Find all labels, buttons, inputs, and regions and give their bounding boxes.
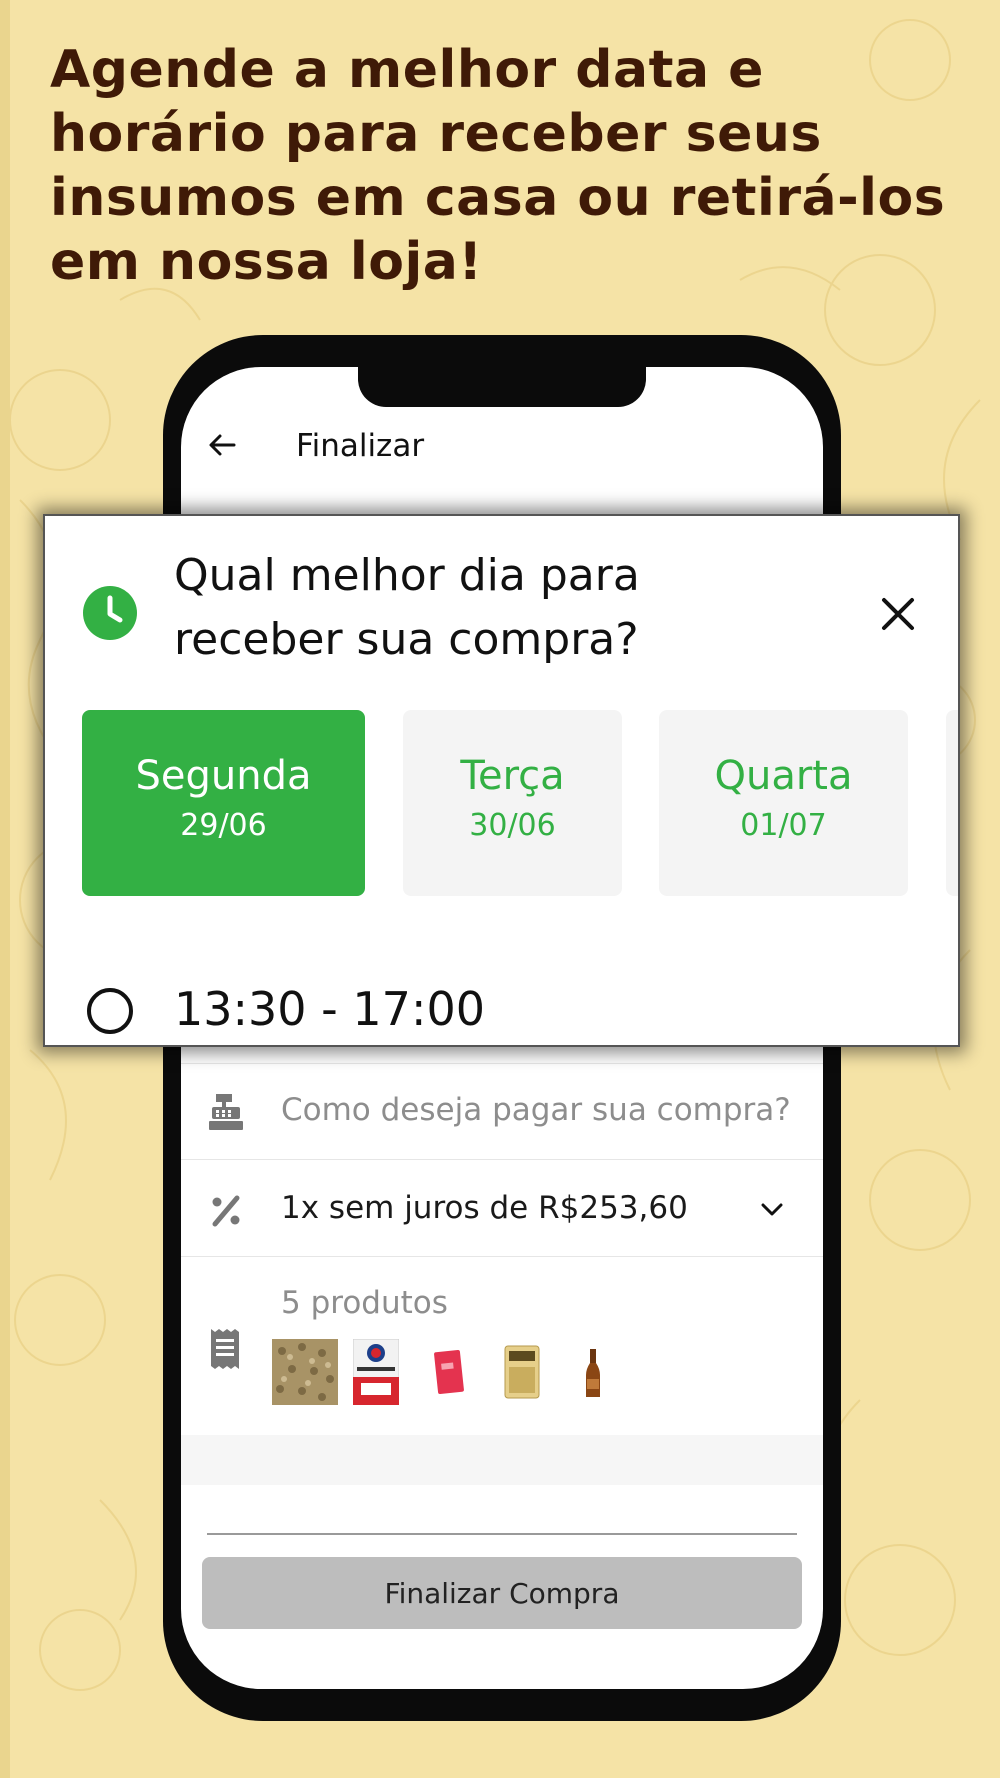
percent-icon [212, 1195, 240, 1227]
installments-label: 1x sem juros de R$253,60 [281, 1190, 688, 1226]
finish-purchase-button[interactable]: Finalizar Compra [202, 1557, 802, 1629]
day-option-next-partial[interactable] [946, 710, 958, 896]
products-count: 5 produtos [281, 1285, 448, 1321]
installments-select[interactable]: 1x sem juros de R$253,60 [181, 1159, 823, 1256]
close-icon[interactable] [880, 596, 916, 632]
cash-register-icon [209, 1094, 243, 1130]
spacer-band [181, 1435, 823, 1485]
phone-notch [358, 367, 646, 407]
day-option-segunda[interactable]: Segunda 29/06 [82, 710, 365, 896]
product-thumb-malt [272, 1339, 338, 1405]
day-option-terca[interactable]: Terça 30/06 [403, 710, 622, 896]
chevron-down-icon[interactable] [759, 1200, 785, 1220]
page-title: Finalizar [296, 428, 425, 464]
modal-title: Qual melhor dia para receber sua compra? [174, 550, 640, 665]
left-edge-strip [0, 0, 10, 1778]
arrow-left-icon[interactable] [207, 430, 237, 460]
time-slot-radio[interactable] [87, 988, 133, 1034]
day-option-quarta[interactable]: Quarta 01/07 [659, 710, 908, 896]
receipt-icon [211, 1329, 239, 1369]
delivery-day-modal: Qual melhor dia para receber sua compra?… [43, 514, 960, 1047]
product-thumb-kit-box [353, 1339, 399, 1405]
promo-headline: Agende a melhor data e horário para rece… [50, 40, 946, 292]
product-thumb-bottle [586, 1349, 600, 1397]
payment-method-placeholder: Como deseja pagar sua compra? [281, 1092, 791, 1128]
product-thumb-hops-bag [504, 1345, 540, 1399]
divider [207, 1533, 797, 1535]
products-summary-row[interactable]: 5 produtos [181, 1256, 823, 1431]
app-header: Finalizar [181, 417, 823, 477]
clock-icon [83, 586, 137, 640]
time-slot-label: 13:30 - 17:00 [174, 982, 485, 1036]
payment-method-row[interactable]: Como deseja pagar sua compra? [181, 1063, 823, 1159]
product-thumb-yeast-sachet [434, 1349, 464, 1395]
